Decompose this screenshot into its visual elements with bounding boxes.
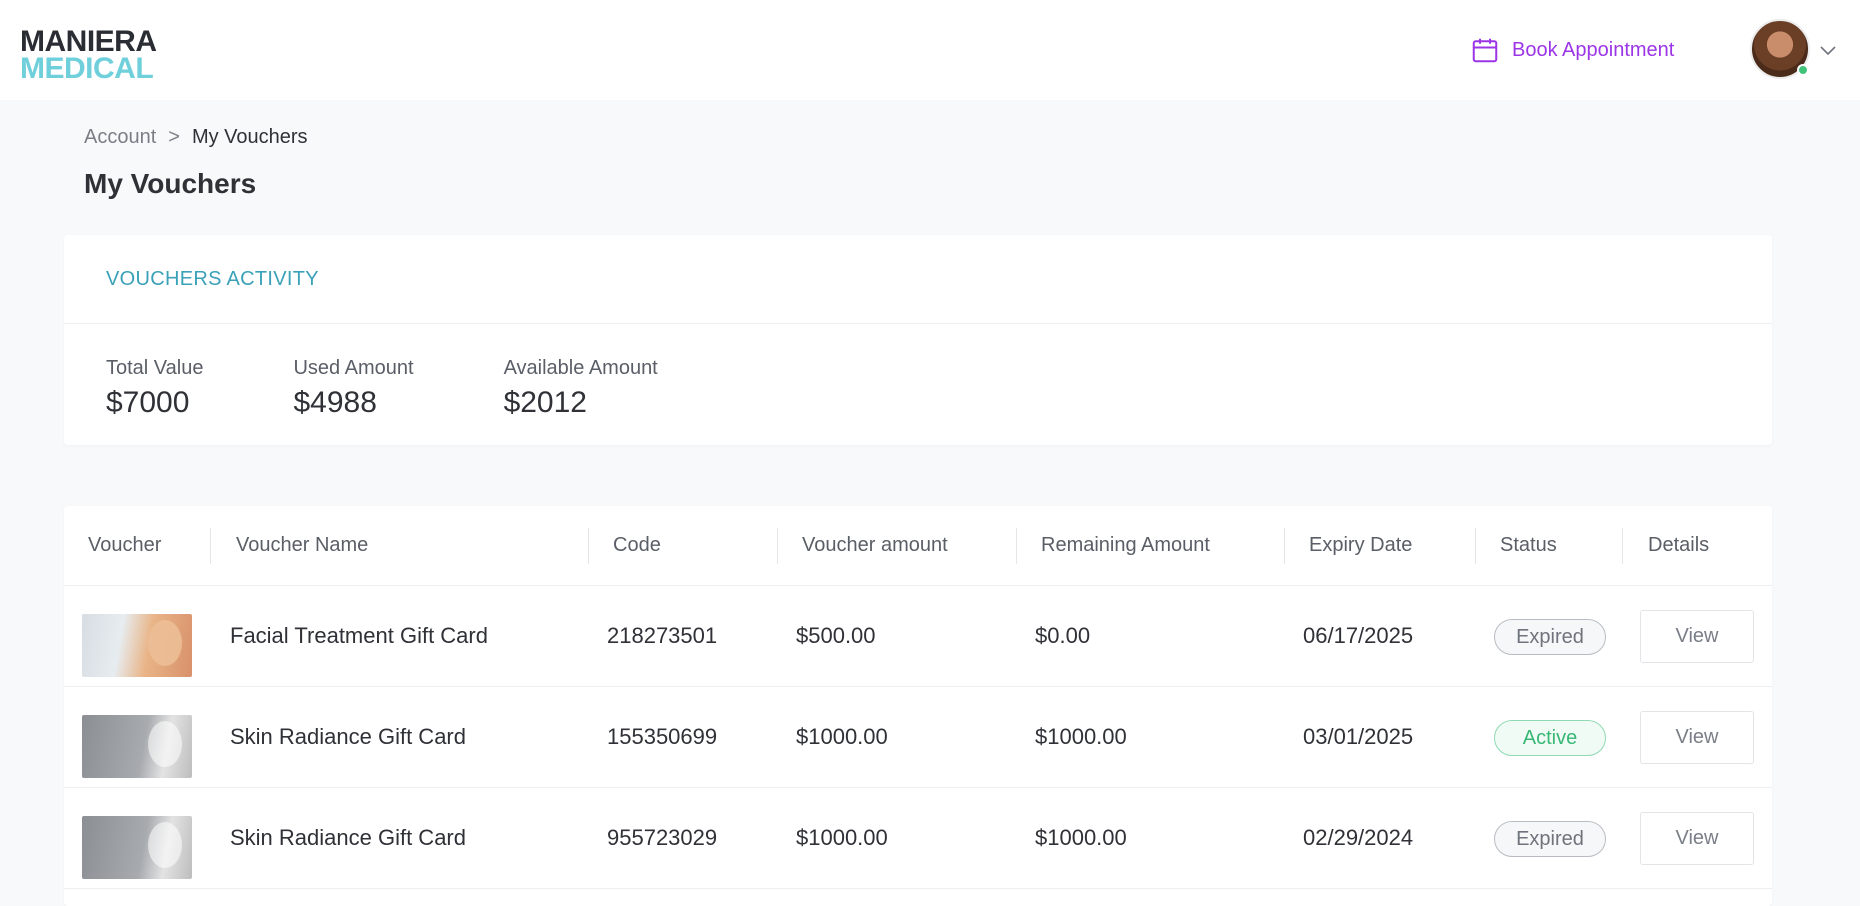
table-header: Voucher Voucher Name Code Voucher amount…	[64, 506, 1772, 586]
breadcrumb-current: My Vouchers	[191, 126, 308, 148]
status-badge: Expired	[1494, 821, 1606, 857]
vouchers-table: Voucher Voucher Name Code Voucher amount…	[64, 506, 1772, 906]
stat-used-amount: Used Amount $4988	[293, 357, 413, 420]
online-status-dot	[1797, 64, 1809, 76]
stat-value: $7000	[106, 386, 190, 419]
table-row: Skin Radiance Gift Card 955723029 $1000.…	[64, 788, 1772, 889]
stat-value: $2012	[503, 386, 587, 419]
voucher-thumbnail[interactable]	[82, 816, 192, 879]
remaining-amount: $0.00	[1035, 623, 1091, 648]
column-header-remaining-amount: Remaining Amount	[1041, 534, 1210, 556]
voucher-thumbnail-face	[148, 822, 182, 868]
activity-header: VOUCHERS ACTIVITY	[64, 235, 1772, 324]
column-header-code: Code	[613, 534, 661, 556]
column-divider	[1475, 528, 1476, 564]
voucher-thumbnail[interactable]	[82, 614, 192, 677]
remaining-amount: $1000.00	[1035, 724, 1127, 749]
column-header-voucher-amount: Voucher amount	[802, 534, 948, 556]
voucher-code: 218273501	[607, 623, 718, 648]
chevron-down-icon[interactable]	[1818, 40, 1838, 60]
stat-value: $4988	[293, 386, 377, 419]
voucher-code: 955723029	[607, 825, 718, 850]
expiry-date: 02/29/2024	[1303, 825, 1414, 850]
vouchers-activity-card: VOUCHERS ACTIVITY Total Value $7000 Used…	[64, 235, 1772, 445]
top-header: MANIERA MEDICAL Book Appointment	[0, 0, 1860, 100]
view-details-button[interactable]: View	[1640, 610, 1754, 663]
voucher-code: 155350699	[607, 724, 718, 749]
column-divider	[1284, 528, 1285, 564]
column-header-status: Status	[1500, 534, 1557, 556]
voucher-name: Skin Radiance Gift Card	[230, 724, 466, 749]
stat-total-value: Total Value $7000	[106, 357, 203, 420]
calendar-icon	[1472, 38, 1498, 63]
voucher-thumbnail-face	[148, 620, 182, 666]
remaining-amount: $1000.00	[1035, 825, 1127, 850]
user-avatar[interactable]	[1750, 19, 1810, 79]
voucher-thumbnail-face	[148, 721, 182, 767]
activity-stats: Total Value $7000 Used Amount $4988 Avai…	[64, 324, 1772, 420]
voucher-amount: $500.00	[796, 623, 876, 648]
column-header-expiry-date: Expiry Date	[1309, 534, 1413, 556]
voucher-name: Facial Treatment Gift Card	[230, 623, 488, 648]
stat-label: Total Value	[106, 357, 204, 379]
column-divider	[588, 528, 589, 564]
book-appointment-label: Book Appointment	[1512, 38, 1675, 61]
status-badge: Active	[1494, 720, 1606, 756]
stat-label: Available Amount	[503, 357, 658, 379]
logo-line-2: MEDICAL	[20, 52, 154, 85]
view-details-button[interactable]: View	[1640, 812, 1754, 865]
expiry-date: 06/17/2025	[1303, 623, 1414, 648]
column-header-voucher-name: Voucher Name	[236, 534, 369, 556]
voucher-amount: $1000.00	[796, 724, 888, 749]
voucher-thumbnail[interactable]	[82, 715, 192, 778]
column-divider	[777, 528, 778, 564]
table-row: Facial Treatment Gift Card 218273501 $50…	[64, 586, 1772, 687]
book-appointment-button[interactable]: Book Appointment	[1470, 33, 1674, 67]
status-badge: Expired	[1494, 619, 1606, 655]
breadcrumb-separator: >	[168, 126, 180, 148]
view-details-button[interactable]: View	[1640, 711, 1754, 764]
stat-available-amount: Available Amount $2012	[504, 357, 658, 420]
column-divider	[1016, 528, 1017, 564]
column-divider	[210, 528, 211, 564]
stat-label: Used Amount	[293, 357, 414, 379]
brand-logo[interactable]: MANIERA MEDICAL	[20, 27, 157, 84]
column-divider	[1622, 528, 1623, 564]
page-title: My Vouchers	[84, 168, 257, 199]
expiry-date: 03/01/2025	[1303, 724, 1414, 749]
column-header-details: Details	[1648, 534, 1710, 556]
activity-title: VOUCHERS ACTIVITY	[106, 267, 319, 290]
column-header-voucher: Voucher	[88, 534, 162, 556]
breadcrumb-account-link[interactable]: Account	[84, 126, 156, 149]
voucher-amount: $1000.00	[796, 825, 888, 850]
breadcrumb: Account > My Vouchers	[84, 126, 308, 149]
voucher-name: Skin Radiance Gift Card	[230, 825, 466, 850]
table-row: Skin Radiance Gift Card 155350699 $1000.…	[64, 687, 1772, 788]
